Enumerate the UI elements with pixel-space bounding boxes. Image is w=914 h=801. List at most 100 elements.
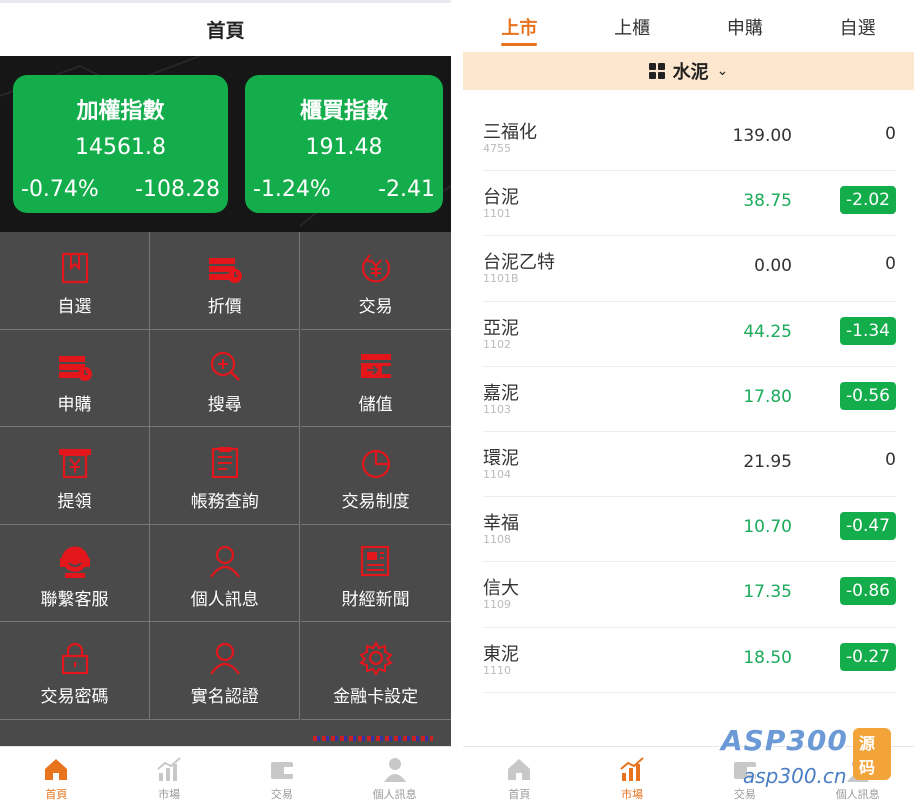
menu-item-label: 交易 [358, 297, 393, 317]
stock-row[interactable]: 環泥 1104 21.95 0 [483, 432, 896, 498]
tab-watchlist[interactable]: 自選 [801, 0, 914, 52]
market-tabs: 上市 上櫃 申購 自選 [463, 0, 914, 52]
feature-menu-grid: 自選 折價 交易申購 搜尋 儲值提領 帳務查詢 交易制度聯繫客服 個人訊息 財經新聞交易密碼 實名… [0, 232, 451, 720]
index-change: -108.28 [135, 177, 220, 202]
index-change: -2.41 [378, 177, 435, 202]
tab-otc[interactable]: 上櫃 [576, 0, 689, 52]
menu-item-15[interactable]: 金融卡設定 [300, 622, 451, 720]
watermark-tag: 源码 [853, 728, 891, 780]
stock-price: 44.25 [743, 321, 792, 342]
tab-chart[interactable]: 市場 [113, 747, 226, 801]
stock-price: 17.35 [743, 582, 792, 603]
menu-item-3[interactable]: 交易 [300, 232, 451, 330]
category-label: 水泥 [672, 62, 709, 83]
stock-row[interactable]: 亞泥 1102 44.25 -1.34 [483, 302, 896, 367]
trade-icon [361, 254, 390, 283]
tab-label: 市場 [621, 788, 644, 801]
menu-item-label: 財經新聞 [341, 589, 410, 610]
home-icon [508, 759, 531, 780]
stock-row[interactable]: 嘉泥 1103 17.80 -0.56 [483, 367, 896, 432]
index-banner: 加權指數 14561.8 -0.74% -108.28 櫃買指數 191.48 … [0, 56, 451, 232]
tab-wallet[interactable]: 交易 [226, 747, 339, 801]
stock-row[interactable]: 信大 1109 17.35 -0.86 [483, 562, 896, 628]
stock-row[interactable]: 東泥 1110 18.50 -0.27 [483, 628, 896, 693]
menu-item-12[interactable]: 財經新聞 [300, 524, 451, 623]
stock-price: 139.00 [732, 126, 792, 146]
menu-item-label: 搜尋 [207, 394, 242, 415]
menu-item-6[interactable]: 儲值 [300, 329, 451, 428]
stock-name: 東泥 [483, 643, 519, 665]
menu-item-8[interactable]: 帳務查詢 [150, 427, 301, 525]
tab-home[interactable]: 首頁 [0, 747, 113, 801]
stock-change: 0 [885, 449, 896, 470]
withdraw-icon [58, 449, 91, 479]
stock-change: 0 [885, 254, 896, 275]
menu-item-label: 提領 [57, 492, 92, 513]
stock-price: 17.80 [743, 386, 792, 407]
menu-item-1[interactable]: 自選 [0, 232, 150, 330]
index-value: 191.48 [305, 135, 383, 160]
pie-icon [361, 450, 390, 479]
menu-item-2[interactable]: 折價 [150, 232, 301, 330]
screen-divider [451, 0, 463, 801]
watermark-brand: ASP300 [721, 724, 848, 757]
tab-chart[interactable]: 市場 [576, 747, 689, 801]
stock-change: -2.02 [840, 186, 896, 215]
stock-name: 幸福 [483, 513, 519, 535]
tab-listed[interactable]: 上市 [463, 0, 576, 52]
stock-price: 38.75 [743, 191, 792, 212]
index-card-otc[interactable]: 櫃買指數 191.48 -1.24% -2.41 [245, 75, 443, 213]
tab-label: 首頁 [45, 788, 68, 801]
stock-row[interactable]: 台泥 1101 38.75 -2.02 [483, 171, 896, 237]
tab-user[interactable]: 個人訊息 [338, 747, 451, 801]
menu-item-5[interactable]: 搜尋 [150, 329, 301, 428]
menu-item-label: 個人訊息 [190, 589, 259, 610]
stock-name: 亞泥 [483, 317, 519, 339]
menu-item-4[interactable]: 申購 [0, 329, 150, 428]
news-icon [360, 545, 389, 576]
stock-change: -0.27 [840, 642, 896, 671]
watermark: ASP300 源码 asp300.cn [721, 722, 891, 798]
category-selector[interactable]: 水泥 ⌄ [463, 52, 914, 90]
news-ticker [0, 720, 451, 746]
menu-item-13[interactable]: 交易密碼 [0, 622, 150, 720]
menu-item-11[interactable]: 個人訊息 [150, 524, 301, 623]
tab-subscribe[interactable]: 申購 [689, 0, 802, 52]
stock-row[interactable]: 幸福 1108 10.70 -0.47 [483, 497, 896, 563]
index-name: 櫃買指數 [299, 99, 388, 124]
menu-item-label: 儲值 [358, 394, 393, 415]
menu-item-label: 折價 [207, 297, 242, 317]
stock-code: 1108 [483, 533, 511, 547]
tab-home[interactable]: 首頁 [463, 747, 576, 801]
user-icon [209, 545, 240, 578]
stock-row[interactable]: 三福化 4755 139.00 0 [483, 106, 896, 172]
verify-user-icon [209, 643, 240, 676]
tab-label: 首頁 [508, 788, 531, 801]
index-value: 14561.8 [75, 135, 166, 160]
watermark-url: asp300.cn [743, 764, 847, 788]
user-icon [383, 758, 406, 782]
tab-label: 交易 [270, 788, 293, 801]
menu-item-10[interactable]: 聯繫客服 [0, 524, 150, 623]
stock-name: 嘉泥 [483, 382, 519, 404]
stock-code: 1103 [483, 402, 511, 416]
menu-item-label: 金融卡設定 [333, 687, 419, 708]
stock-price: 10.70 [743, 517, 792, 538]
index-percent: -1.24% [253, 177, 331, 202]
menu-item-14[interactable]: 實名認證 [150, 622, 301, 720]
stock-code: 1110 [483, 663, 511, 677]
menu-item-label: 帳務查詢 [190, 492, 259, 513]
stock-row[interactable]: 台泥乙特 1101B 0.00 0 [483, 236, 896, 302]
menu-item-9[interactable]: 交易制度 [300, 427, 451, 525]
stock-name: 三福化 [483, 122, 537, 143]
menu-item-label: 交易制度 [341, 492, 410, 513]
tab-label: 市場 [158, 788, 181, 801]
stock-price: 0.00 [754, 256, 792, 277]
home-screen: 首頁 加權指數 14561.8 -0.74% -108.28 櫃買指數 191.… [0, 0, 451, 801]
index-percent: -0.74% [21, 177, 99, 202]
lock-icon [61, 643, 88, 675]
stock-list: 三福化 4755 139.00 0 台泥 1101 38.75 -2.02 台泥乙特 1101B 0… [483, 106, 896, 693]
menu-item-7[interactable]: 提領 [0, 427, 150, 525]
index-card-taiex[interactable]: 加權指數 14561.8 -0.74% -108.28 [13, 75, 228, 213]
stock-code: 1109 [483, 598, 511, 612]
